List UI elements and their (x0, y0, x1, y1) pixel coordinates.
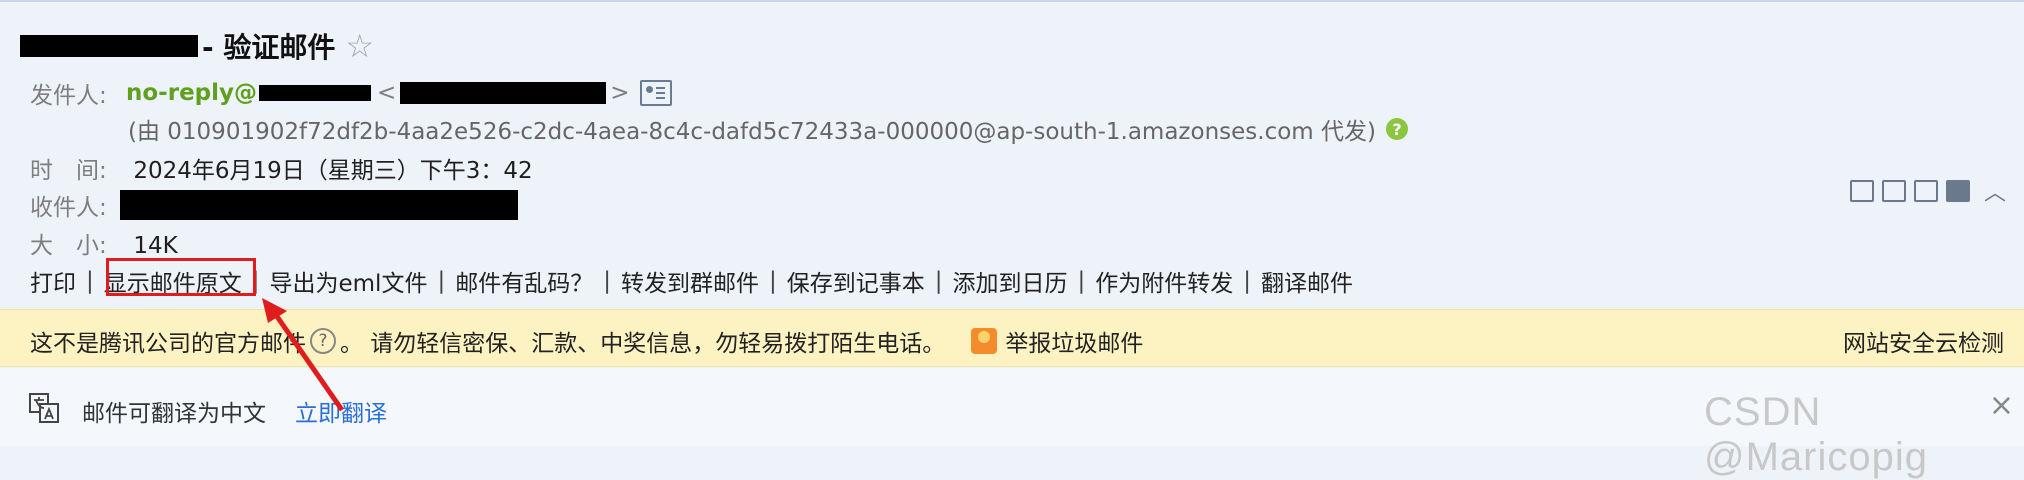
save-note-link[interactable]: 保存到记事本 (787, 264, 925, 298)
redacted-block (20, 35, 198, 57)
translate-icon (29, 393, 59, 423)
watermark: CSDN @Maricopig (1704, 390, 1929, 479)
download-icon[interactable] (1914, 180, 1938, 202)
add-calendar-link[interactable]: 添加到日历 (952, 264, 1067, 298)
new-window-icon[interactable] (1850, 180, 1874, 202)
top-border (0, 0, 2024, 2)
forward-group-link[interactable]: 转发到群邮件 (621, 264, 759, 298)
separator: | (603, 268, 611, 294)
separator: | (86, 268, 94, 294)
forward-attachment-link[interactable]: 作为附件转发 (1095, 264, 1233, 298)
warning-not-official: 这不是腾讯公司的官方邮件 (30, 331, 306, 357)
security-check-link[interactable]: 网站安全云检测 (1843, 324, 2004, 358)
message-toolbar: ︿ (1850, 175, 2006, 207)
warning-advice: 。 请勿轻信密保、汇款、中奖信息，勿轻易拨打陌生电话。 (340, 331, 946, 357)
warning-message: 这不是腾讯公司的官方邮件 ? 。 请勿轻信密保、汇款、中奖信息，勿轻易拨打陌生电… (30, 324, 1143, 358)
note-icon[interactable] (1882, 180, 1906, 202)
separator: | (934, 268, 943, 294)
sender-name[interactable]: no-reply@ (126, 80, 257, 106)
garbled-link[interactable]: 邮件有乱码？ (455, 264, 593, 298)
report-spam-link[interactable]: 举报垃圾邮件 (1005, 324, 1143, 358)
translate-mail-link[interactable]: 翻译邮件 (1261, 264, 1353, 298)
separator: | (1077, 268, 1086, 294)
time-label: 时 间: (30, 158, 107, 184)
time-value: 2024年6月19日（星期三）下午3：42 (133, 158, 533, 184)
report-spam-icon (971, 328, 998, 354)
print-icon[interactable] (1946, 180, 1970, 202)
subject-row: - 验证邮件 ☆ (20, 26, 374, 66)
separator: | (1243, 268, 1251, 294)
export-eml-link[interactable]: 导出为eml文件 (270, 264, 428, 298)
sender-row: 发件人: no-reply@ < > (30, 76, 672, 110)
recipient-row: 收件人: (30, 188, 518, 222)
star-icon[interactable]: ☆ (345, 30, 374, 62)
question-icon[interactable]: ? (310, 328, 336, 354)
redacted-block (120, 190, 518, 220)
translate-text: 邮件可翻译为中文 (82, 401, 266, 427)
sender-open-bracket: < (377, 80, 397, 106)
warning-bar: 这不是腾讯公司的官方邮件 ? 。 请勿轻信密保、汇款、中奖信息，勿轻易拨打陌生电… (0, 309, 2024, 367)
separator: | (437, 268, 446, 294)
size-label: 大 小: (30, 233, 107, 259)
sender-label: 发件人: (30, 83, 107, 109)
print-link[interactable]: 打印 (30, 264, 76, 298)
contact-card-icon[interactable] (639, 80, 672, 106)
redacted-block (259, 85, 372, 101)
subject-title: - 验证邮件 (202, 31, 336, 64)
collapse-icon[interactable]: ︿ (1984, 175, 2006, 207)
separator: | (768, 268, 777, 294)
help-icon[interactable]: ? (1385, 118, 1408, 140)
via-text: (由 010901902f72df2b-4aa2e526-c2dc-4aea-8… (128, 119, 1376, 145)
recipient-label: 收件人: (30, 195, 107, 221)
annotation-highlight-box (106, 258, 256, 296)
size-value: 14K (133, 233, 178, 259)
size-row: 大 小: 14K (30, 226, 178, 260)
via-row: (由 010901902f72df2b-4aa2e526-c2dc-4aea-8… (128, 112, 1408, 146)
translate-now-link[interactable]: 立即翻译 (295, 394, 387, 428)
sender-close-bracket: > (610, 80, 630, 106)
time-row: 时 间: 2024年6月19日（星期三）下午3：42 (30, 151, 533, 185)
redacted-block (400, 82, 607, 104)
